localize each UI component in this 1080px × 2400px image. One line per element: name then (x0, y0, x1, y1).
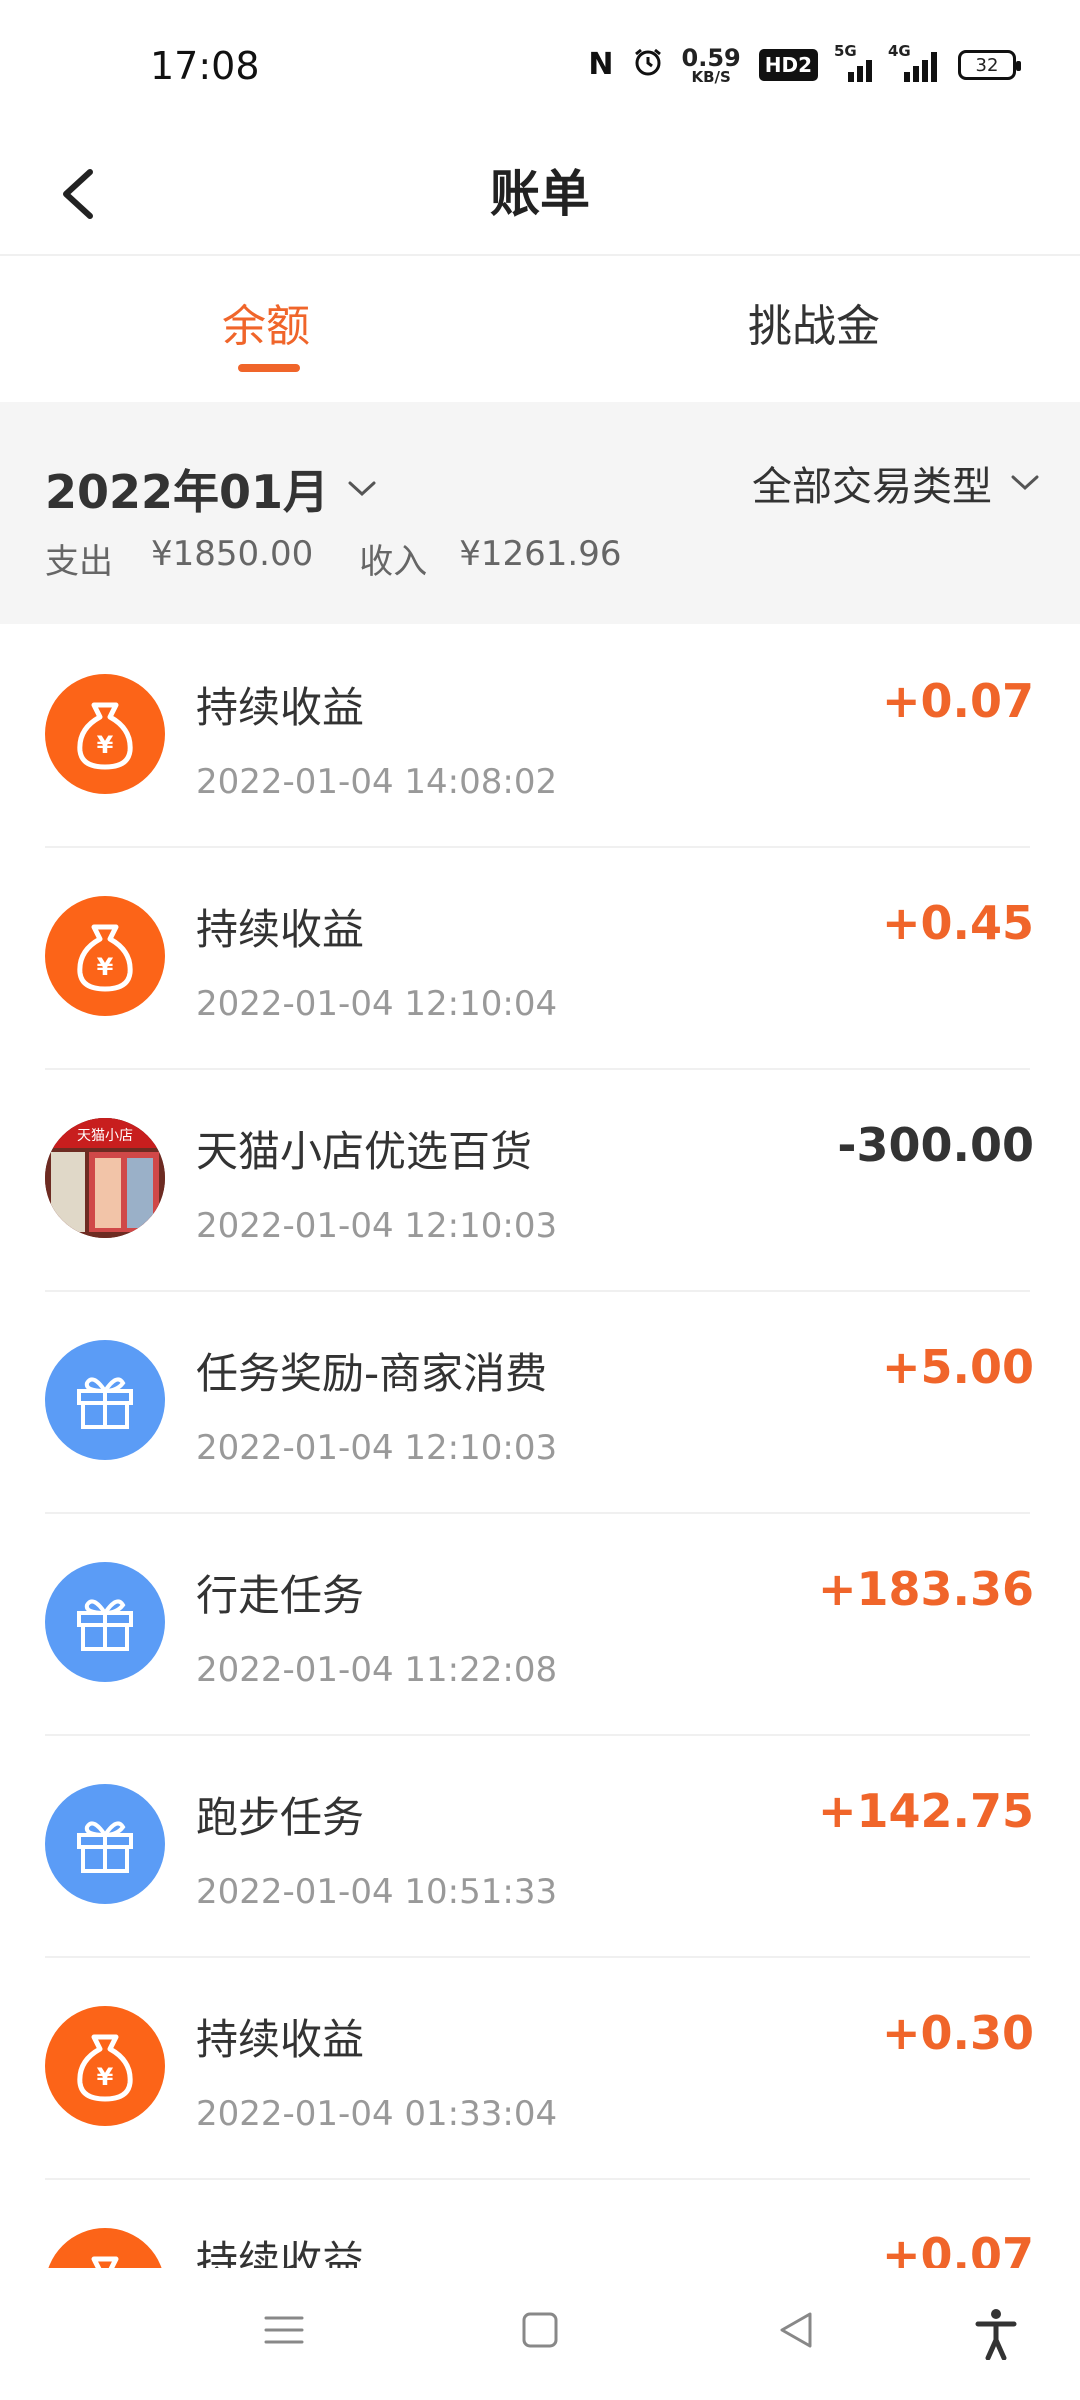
transaction-row[interactable]: ¥ 持续收益 2022-01-04 01:33:04 +0.30 (0, 1958, 1080, 2180)
chevron-down-icon (1011, 475, 1039, 491)
svg-text:¥: ¥ (97, 2063, 114, 2091)
accessibility-icon[interactable] (974, 2308, 1018, 2364)
status-icons: N 0.59 KB/S HD2 5G 4G 32 (588, 40, 1021, 90)
transaction-time: 2022-01-04 11:22:08 (196, 1650, 558, 1690)
home-icon[interactable] (518, 2308, 562, 2356)
transaction-amount: +142.75 (817, 1784, 1034, 1838)
money-bag-icon: ¥ (45, 2228, 165, 2268)
transaction-title: 行走任务 (196, 1571, 365, 1620)
signal-4g-icon: 4G (888, 42, 940, 82)
transaction-time: 2022-01-04 14:08:02 (196, 762, 558, 802)
tab-indicator (238, 364, 300, 372)
transaction-row[interactable]: ¥ 持续收益 2022-01-04 14:08:02 +0.07 (0, 626, 1080, 848)
transaction-title: 跑步任务 (196, 1793, 365, 1842)
svg-text:¥: ¥ (97, 953, 114, 981)
svg-text:¥: ¥ (97, 731, 114, 759)
transaction-list[interactable]: ¥ 持续收益 2022-01-04 14:08:02 +0.07 ¥ 持续收益 … (0, 626, 1080, 2268)
tab-bar: 余额 挑战金 (0, 258, 1080, 400)
signal-5g-icon: 5G (834, 42, 872, 82)
transaction-amount: +0.07 (881, 674, 1034, 728)
transaction-row[interactable]: 行走任务 2022-01-04 11:22:08 +183.36 (0, 1514, 1080, 1736)
nfc-icon: N (588, 47, 614, 82)
month-picker[interactable]: 2022年01月 (45, 456, 377, 522)
transaction-title: 任务奖励-商家消费 (196, 1349, 548, 1398)
transaction-time: 2022-01-04 10:51:33 (196, 1872, 558, 1912)
transaction-time: 2022-01-04 12:10:03 (196, 1206, 558, 1246)
expense-value: ¥1850.00 (151, 534, 314, 574)
transaction-title: 持续收益 (196, 905, 365, 954)
battery-icon: 32 (958, 50, 1021, 80)
transaction-row[interactable]: 跑步任务 2022-01-04 10:51:33 +142.75 (0, 1736, 1080, 1958)
month-label: 2022年01月 (45, 465, 330, 519)
transaction-row[interactable]: 任务奖励-商家消费 2022-01-04 12:10:03 +5.00 (0, 1292, 1080, 1514)
money-bag-icon: ¥ (45, 896, 165, 1016)
totals: 支出 ¥1850.00 收入 ¥1261.96 (45, 534, 621, 583)
gift-icon (45, 1562, 165, 1682)
expense-label: 支出 (45, 542, 113, 582)
chevron-down-icon (348, 481, 376, 497)
net-speed-value: 0.59 (681, 43, 741, 72)
shop-sign-text: 天猫小店 (77, 1128, 133, 1144)
transaction-amount: +0.30 (881, 2006, 1034, 2060)
money-bag-icon: ¥ (45, 674, 165, 794)
net-speed-unit: KB/S (691, 67, 731, 86)
battery-level: 32 (975, 54, 999, 76)
transaction-amount: +183.36 (817, 1562, 1034, 1616)
transaction-amount: -300.00 (837, 1118, 1034, 1172)
net-speed: 0.59 KB/S (682, 46, 741, 85)
summary-panel: 2022年01月 全部交易类型 支出 ¥1850.00 收入 ¥1261.96 (0, 402, 1080, 624)
transaction-time: 2022-01-04 01:33:04 (196, 2094, 558, 2134)
hd-voice-icon: HD2 (758, 49, 818, 81)
income-label: 收入 (359, 542, 428, 582)
transaction-time: 2022-01-04 12:10:04 (196, 984, 558, 1024)
page-title: 账单 (490, 165, 590, 223)
menu-icon[interactable] (262, 2308, 306, 2356)
transaction-title: 持续收益 (196, 683, 365, 732)
transaction-title: 天猫小店优选百货 (196, 1127, 533, 1176)
transaction-amount: +5.00 (881, 1340, 1034, 1394)
tab-challenge-fund[interactable]: 挑战金 (748, 290, 880, 354)
transaction-row[interactable]: ¥ 持续收益 2022-01-04 12:10:04 +0.45 (0, 848, 1080, 1070)
transaction-row[interactable]: ¥ 持续收益 +0.07 (0, 2180, 1080, 2268)
signal-5g-label: 5G (834, 42, 857, 60)
income-value: ¥1261.96 (459, 534, 622, 574)
transaction-title: 持续收益 (196, 2015, 365, 2064)
transaction-row[interactable]: 天猫小店 天猫小店优选百货 2022-01-04 12:10:03 -300.0… (0, 1070, 1080, 1292)
gift-icon (45, 1340, 165, 1460)
alarm-icon (632, 46, 664, 84)
shop-avatar: 天猫小店 (45, 1118, 165, 1238)
nav-bar: 账单 (0, 130, 1080, 256)
transaction-amount: +0.45 (881, 896, 1034, 950)
system-nav-bar (0, 2268, 1080, 2400)
tab-balance[interactable]: 余额 (222, 290, 310, 354)
transaction-time: 2022-01-04 12:10:03 (196, 1428, 558, 1468)
gift-icon (45, 1784, 165, 1904)
money-bag-icon: ¥ (45, 2006, 165, 2126)
status-bar: 17:08 N 0.59 KB/S HD2 5G 4G 32 (0, 0, 1080, 130)
type-filter-label: 全部交易类型 (752, 464, 992, 510)
back-triangle-icon[interactable] (774, 2308, 818, 2356)
transaction-type-filter[interactable]: 全部交易类型 (752, 454, 1040, 512)
status-time: 17:08 (150, 44, 260, 88)
signal-4g-label: 4G (888, 42, 911, 60)
transaction-title: 持续收益 (196, 2237, 365, 2268)
transaction-amount: +0.07 (881, 2228, 1034, 2268)
